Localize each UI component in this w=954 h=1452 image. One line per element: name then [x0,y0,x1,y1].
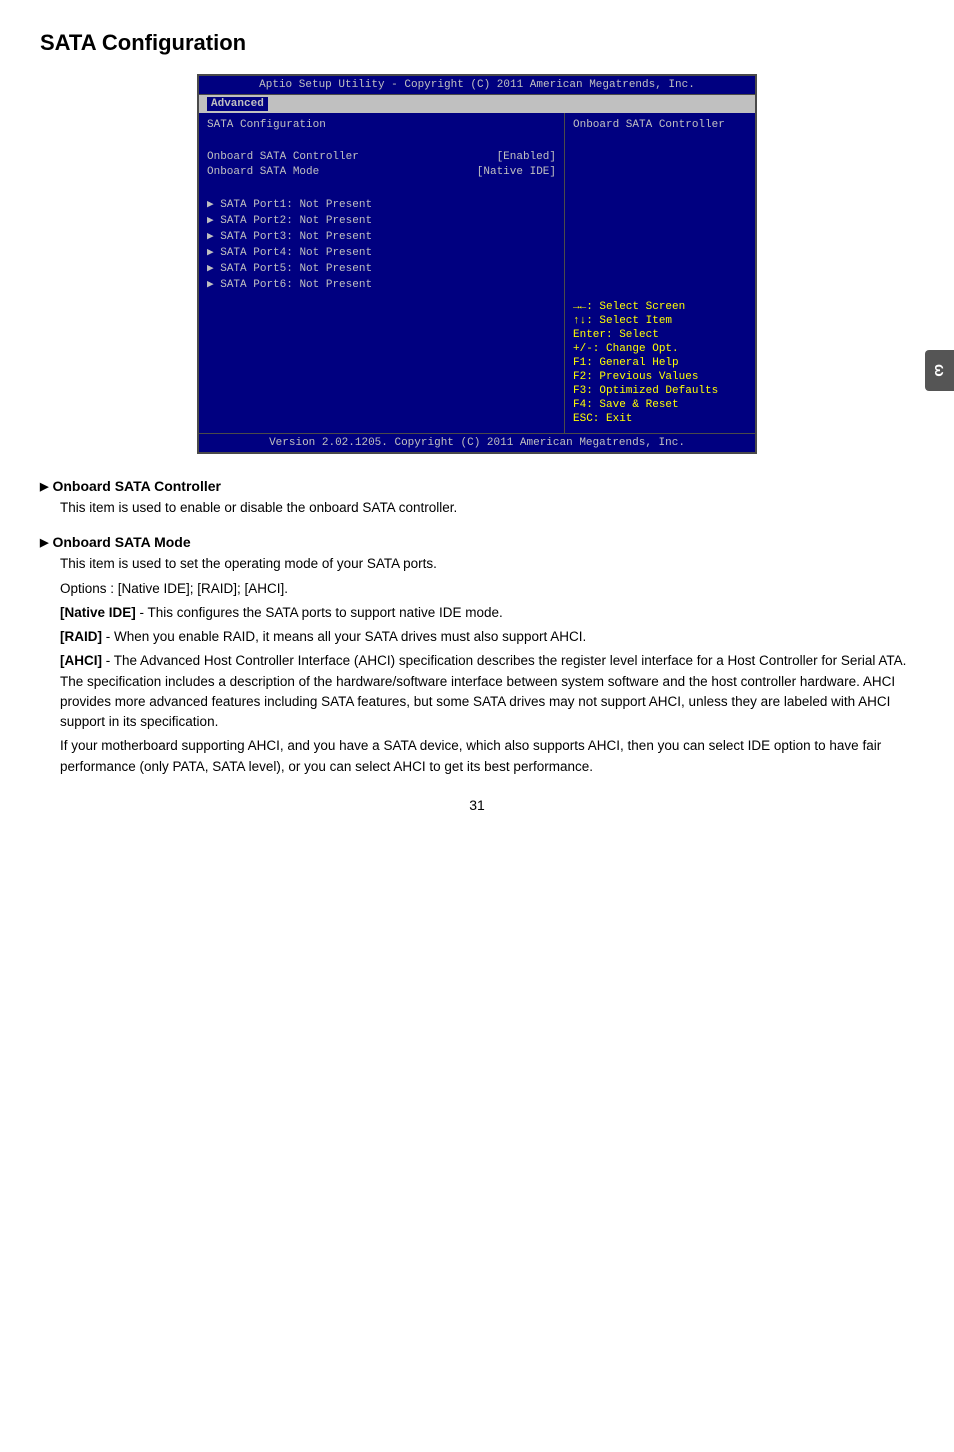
bios-port-1: ▶ SATA Port1: Not Present [207,197,556,211]
bios-help-select-item: ↑↓: Select Item [573,315,747,327]
bios-right-help-title: Onboard SATA Controller [573,119,747,131]
chapter-tab: ω [925,350,954,391]
doc-bold-native-ide: [Native IDE] [60,605,136,620]
bios-menu-bar: Advanced [199,95,755,113]
bios-port-6: ▶ SATA Port6: Not Present [207,277,556,291]
bios-onboard-controller-row[interactable]: Onboard SATA Controller [Enabled] [207,151,556,163]
bios-port-3: ▶ SATA Port3: Not Present [207,229,556,243]
doc-bold-raid: [RAID] [60,629,102,644]
bios-help-box: →←: Select Screen ↑↓: Select Item Enter:… [573,301,747,427]
bios-title-bar: Aptio Setup Utility - Copyright (C) 2011… [199,76,755,95]
bios-screen: Aptio Setup Utility - Copyright (C) 2011… [197,74,757,454]
doc-bold-ahci: [AHCI] [60,653,102,668]
bios-help-f3: F3: Optimized Defaults [573,385,747,397]
page-number: 31 [40,797,914,813]
bios-onboard-mode-value: [Native IDE] [477,166,556,178]
bios-onboard-mode-row[interactable]: Onboard SATA Mode [Native IDE] [207,166,556,178]
doc-heading-onboard-mode: Onboard SATA Mode [40,534,914,550]
bios-help-change: +/-: Change Opt. [573,343,747,355]
bios-help-f4: F4: Save & Reset [573,399,747,411]
doc-section-onboard-mode: Onboard SATA Mode This item is used to s… [40,534,914,777]
bios-help-enter: Enter: Select [573,329,747,341]
bios-port-list: ▶ SATA Port1: Not Present ▶ SATA Port2: … [207,197,556,291]
bios-help-select-screen: →←: Select Screen [573,301,747,313]
doc-para-options: Options : [Native IDE]; [RAID]; [AHCI]. [60,579,914,599]
bios-help-f2: F2: Previous Values [573,371,747,383]
bios-body: SATA Configuration Onboard SATA Controll… [199,113,755,433]
bios-port-2: ▶ SATA Port2: Not Present [207,213,556,227]
bios-onboard-mode-label: Onboard SATA Mode [207,166,319,178]
bios-left-title: SATA Configuration [207,119,556,131]
doc-section-onboard-controller: Onboard SATA Controller This item is use… [40,478,914,518]
page-title: SATA Configuration [40,30,914,56]
doc-text-ahci: - The Advanced Host Controller Interface… [60,653,906,729]
bios-help-f1: F1: General Help [573,357,747,369]
bios-right-panel: Onboard SATA Controller →←: Select Scree… [565,113,755,433]
bios-port-4: ▶ SATA Port4: Not Present [207,245,556,259]
doc-para-mode-desc: This item is used to set the operating m… [60,554,914,574]
doc-heading-onboard-controller: Onboard SATA Controller [40,478,914,494]
doc-text-raid: - When you enable RAID, it means all you… [106,629,586,644]
bios-onboard-controller-value: [Enabled] [497,151,556,163]
doc-para-native-ide: [Native IDE] - This configures the SATA … [60,603,914,623]
bios-menu-advanced[interactable]: Advanced [207,97,268,111]
bios-help-esc: ESC: Exit [573,413,747,425]
doc-para-raid: [RAID] - When you enable RAID, it means … [60,627,914,647]
bios-left-panel: SATA Configuration Onboard SATA Controll… [199,113,565,433]
doc-text-native-ide: - This configures the SATA ports to supp… [140,605,503,620]
doc-para-ahci: [AHCI] - The Advanced Host Controller In… [60,651,914,732]
bios-port-5: ▶ SATA Port5: Not Present [207,261,556,275]
bios-onboard-controller-label: Onboard SATA Controller [207,151,359,163]
doc-para-onboard-controller: This item is used to enable or disable t… [60,498,914,518]
bios-footer: Version 2.02.1205. Copyright (C) 2011 Am… [199,433,755,452]
doc-para-ahci-note: If your motherboard supporting AHCI, and… [60,736,914,777]
